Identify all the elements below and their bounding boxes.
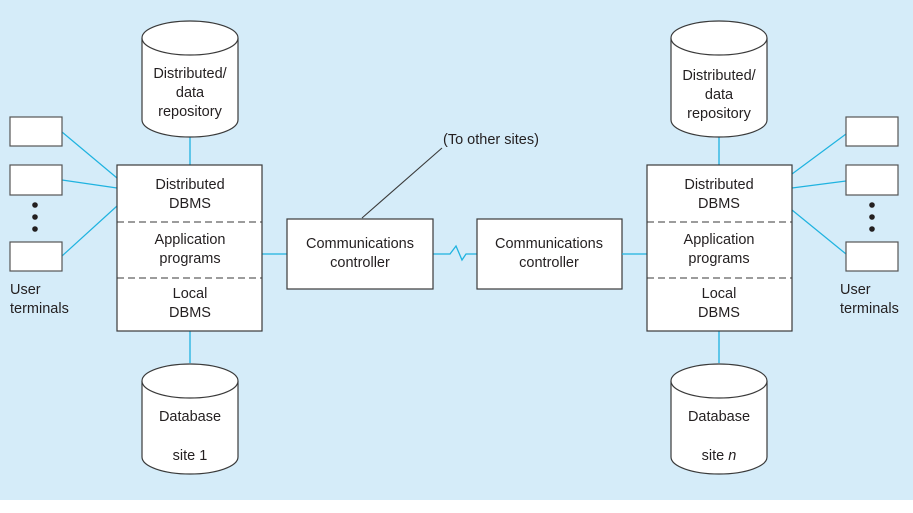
layer-label-line2: DBMS: [169, 196, 211, 212]
database-label: Database: [688, 409, 750, 425]
layer-label-line1: Application: [155, 232, 226, 248]
distributed-data-repository-left[interactable]: Distributed/ data repository: [141, 20, 239, 138]
layer-label-line1: Local: [173, 286, 208, 302]
repository-label-line1: Distributed/: [682, 68, 756, 84]
layer-label-line2: programs: [159, 251, 220, 267]
user-terminals-label-line2: terminals: [10, 301, 69, 317]
user-terminals-label-line1: User: [10, 282, 41, 298]
database-label: Database: [159, 409, 221, 425]
repository-label-line3: repository: [158, 104, 222, 120]
repository-label-line2: data: [176, 85, 205, 101]
database-site-label: site 1: [173, 448, 208, 464]
user-terminal-right-3[interactable]: [845, 241, 899, 272]
repository-label-line2: data: [705, 87, 734, 103]
layer-label-line2: DBMS: [698, 305, 740, 321]
user-terminal-left-3[interactable]: [9, 241, 63, 272]
dbms-stack-right: Distributed DBMS Application programs Lo…: [646, 164, 793, 332]
user-terminal-right-1[interactable]: [845, 116, 899, 147]
layer-label-line2: DBMS: [698, 196, 740, 212]
database-site-label: site n: [702, 448, 737, 464]
layer-label-line1: Local: [702, 286, 737, 302]
user-terminals-label-line2: terminals: [840, 301, 899, 317]
controller-label-line1: Communications: [495, 236, 603, 252]
user-terminal-left-1[interactable]: [9, 116, 63, 147]
distributed-data-repository-right[interactable]: Distributed/ data repository: [670, 20, 768, 138]
dbms-stack-left: Distributed DBMS Application programs Lo…: [116, 164, 263, 332]
repository-label-line1: Distributed/: [153, 66, 227, 82]
user-terminal-left-2[interactable]: [9, 164, 63, 196]
to-other-sites-label: (To other sites): [443, 132, 539, 148]
communications-controller-left[interactable]: Communications controller: [286, 218, 434, 290]
user-terminals-label-line1: User: [840, 282, 871, 298]
layer-label-line1: Application: [684, 232, 755, 248]
user-terminal-right-2[interactable]: [845, 164, 899, 196]
layer-label-line2: programs: [688, 251, 749, 267]
layer-label-line1: Distributed: [684, 177, 753, 193]
repository-label-line3: repository: [687, 106, 751, 122]
database-site-1[interactable]: Database site 1: [141, 363, 239, 475]
vertical-ellipsis-icon: [869, 202, 875, 232]
layer-label-line1: Distributed: [155, 177, 224, 193]
controller-label-line1: Communications: [306, 236, 414, 252]
vertical-ellipsis-icon: [32, 202, 38, 232]
controller-label-line2: controller: [330, 255, 390, 271]
database-site-n[interactable]: Database site n: [670, 363, 768, 475]
layer-label-line2: DBMS: [169, 305, 211, 321]
communications-controller-right[interactable]: Communications controller: [476, 218, 623, 290]
distributed-database-diagram: Distributed/ data repository Distributed…: [0, 0, 913, 500]
controller-label-line2: controller: [519, 255, 579, 271]
